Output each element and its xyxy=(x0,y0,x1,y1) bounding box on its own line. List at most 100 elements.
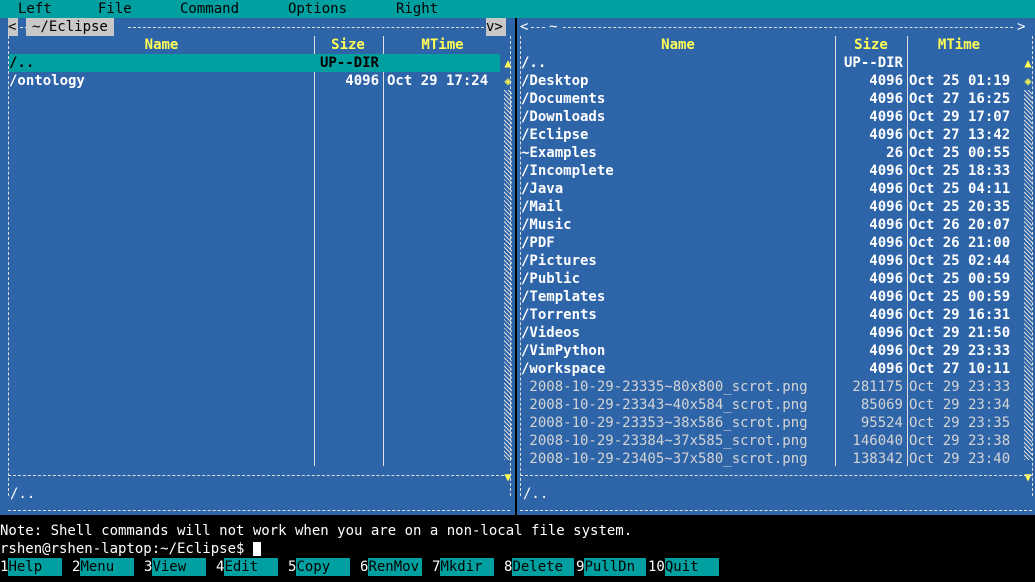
shell-prompt-line[interactable]: rshen@rshen-laptop:~/Eclipse$ xyxy=(0,540,261,558)
list-item[interactable]: 2008-10-29-23384~37x585_scrot.png 146040 O… xyxy=(521,432,1021,450)
file-name: 2008-10-29-23353~38x586_scrot.png xyxy=(521,415,808,431)
border-top xyxy=(563,27,1013,28)
left-panel[interactable]: < ~/Eclipse v> Name Size MTime /.. UP--D… xyxy=(0,18,515,515)
border-mini-status-top xyxy=(8,475,504,476)
file-name: /.. xyxy=(9,55,35,71)
list-item[interactable]: /.. UP--DIR xyxy=(521,54,1021,72)
file-mtime: Oct 26 20:07 xyxy=(909,217,1011,233)
scroll-down-arrow-icon[interactable]: ▼ xyxy=(503,468,513,486)
list-item[interactable]: /ontology 4096 Oct 29 17:24 xyxy=(9,72,500,90)
list-item[interactable]: 2008-10-29-23343~40x584_scrot.png 85069 Oc… xyxy=(521,396,1021,414)
fkey-pulldn[interactable]: 9PullDn xyxy=(576,558,647,576)
file-name: /Documents xyxy=(521,91,606,107)
file-name: ~Examples xyxy=(521,145,597,161)
file-size: 4096 xyxy=(869,325,903,341)
file-size: 4096 xyxy=(869,181,903,197)
list-item[interactable]: /Eclipse 4096 Oct 27 13:42 xyxy=(521,126,1021,144)
list-item[interactable]: /Java 4096 Oct 25 04:11 xyxy=(521,180,1021,198)
list-item[interactable]: ~Examples 26 Oct 25 00:55 xyxy=(521,144,1021,162)
fkey-delete[interactable]: 8Delete xyxy=(504,558,575,576)
current-path[interactable]: ~ xyxy=(549,18,559,36)
file-name: /Torrents xyxy=(521,307,597,323)
fkey-quit[interactable]: 10Quit xyxy=(648,558,719,576)
panel-history-right-button[interactable]: v> xyxy=(486,18,506,36)
border-top xyxy=(531,27,545,28)
list-item[interactable]: /Pictures 4096 Oct 25 02:44 xyxy=(521,252,1021,270)
list-item[interactable]: /VimPython 4096 Oct 29 23:33 xyxy=(521,342,1021,360)
fkey-copy[interactable]: 5Copy xyxy=(288,558,351,576)
file-size: 4096 xyxy=(869,289,903,305)
menu-command[interactable]: Command xyxy=(180,0,239,18)
status-note: Note: Shell commands will not work when … xyxy=(0,523,633,539)
list-item[interactable]: /Public 4096 Oct 25 00:59 xyxy=(521,270,1021,288)
list-item[interactable]: 2008-10-29-23405~37x580_scrot.png 138342 O… xyxy=(521,450,1021,468)
fkey-help[interactable]: 1Help xyxy=(0,558,63,576)
fkey-view[interactable]: 3View xyxy=(144,558,207,576)
scroll-thumb-icon[interactable]: ◈ xyxy=(503,72,513,90)
list-item[interactable]: /Downloads 4096 Oct 29 17:07 xyxy=(521,108,1021,126)
file-size: 4096 xyxy=(869,361,903,377)
list-item[interactable]: 2008-10-29-23335~80x800_scrot.png 281175 O… xyxy=(521,378,1021,396)
scroll-up-arrow-icon[interactable]: ▲ xyxy=(503,54,513,72)
border-right xyxy=(1032,36,1033,496)
file-name: 2008-10-29-23405~37x580_scrot.png xyxy=(521,451,808,467)
current-path[interactable]: ~/Eclipse xyxy=(26,18,114,36)
mini-status: /.. xyxy=(10,486,36,502)
border-top xyxy=(128,27,484,28)
file-mtime: Oct 25 02:44 xyxy=(909,253,1011,269)
panel-history-right-button[interactable]: > xyxy=(1017,18,1027,36)
panel-history-left-button[interactable]: < xyxy=(8,18,18,36)
column-header-size[interactable]: Size xyxy=(837,36,905,54)
file-size: 85069 xyxy=(860,397,903,413)
file-name: /Java xyxy=(521,181,564,197)
file-mtime: Oct 29 23:33 xyxy=(909,343,1011,359)
list-item[interactable]: /PDF 4096 Oct 26 21:00 xyxy=(521,234,1021,252)
list-item[interactable]: /Desktop 4096 Oct 25 01:19 xyxy=(521,72,1021,90)
list-item[interactable]: /Torrents 4096 Oct 29 16:31 xyxy=(521,306,1021,324)
right-panel[interactable]: < ~ > Name Size MTime /.. UP--DIR/Desktop… xyxy=(517,18,1035,515)
file-name: /workspace xyxy=(521,361,606,377)
column-separator xyxy=(383,36,384,466)
column-header-name[interactable]: Name xyxy=(9,36,314,54)
list-item[interactable]: /Incomplete 4096 Oct 25 18:33 xyxy=(521,162,1021,180)
border-right xyxy=(510,36,511,496)
list-item[interactable]: /Templates 4096 Oct 25 00:59 xyxy=(521,288,1021,306)
list-item[interactable]: 2008-10-29-23353~38x586_scrot.png 95524 Oc… xyxy=(521,414,1021,432)
fkey-renmov[interactable]: 6RenMov xyxy=(360,558,423,576)
file-size: 4096 xyxy=(869,127,903,143)
fkey-mkdir[interactable]: 7Mkdir xyxy=(432,558,495,576)
file-mtime: Oct 26 21:00 xyxy=(909,235,1011,251)
menu-file[interactable]: File xyxy=(98,0,132,18)
file-mtime: Oct 25 00:59 xyxy=(909,289,1011,305)
function-key-bar: 1Help 2Menu 3View 4Edit 5Copy 6RenMov 7M… xyxy=(0,558,1035,576)
file-mtime: Oct 25 04:11 xyxy=(909,181,1011,197)
file-size: 4096 xyxy=(345,73,379,89)
file-name: /Mail xyxy=(521,199,564,215)
file-name: 2008-10-29-23343~40x584_scrot.png xyxy=(521,397,808,413)
list-item[interactable]: /Documents 4096 Oct 27 16:25 xyxy=(521,90,1021,108)
menu-bar: Left File Command Options Right xyxy=(0,0,1035,18)
panel-history-left-button[interactable]: < xyxy=(520,18,530,36)
menu-right[interactable]: Right xyxy=(396,0,438,18)
file-size: 4096 xyxy=(869,73,903,89)
column-header-name[interactable]: Name xyxy=(521,36,835,54)
menu-left[interactable]: Left xyxy=(18,0,52,18)
file-mtime: Oct 29 23:35 xyxy=(909,415,1011,431)
file-name: /Eclipse xyxy=(521,127,589,143)
fkey-menu[interactable]: 2Menu xyxy=(72,558,135,576)
menu-options[interactable]: Options xyxy=(288,0,347,18)
border-bottom xyxy=(520,510,1032,511)
list-item[interactable]: /Mail 4096 Oct 25 20:35 xyxy=(521,198,1021,216)
scrollbar-track[interactable] xyxy=(1024,90,1032,460)
fkey-edit[interactable]: 4Edit xyxy=(216,558,279,576)
list-item[interactable]: /Videos 4096 Oct 29 21:50 xyxy=(521,324,1021,342)
list-item[interactable]: /workspace 4096 Oct 27 10:11 xyxy=(521,360,1021,378)
file-mtime: Oct 27 13:42 xyxy=(909,127,1011,143)
column-header-size[interactable]: Size xyxy=(316,36,380,54)
list-item[interactable]: /Music 4096 Oct 26 20:07 xyxy=(521,216,1021,234)
file-mtime: Oct 25 18:33 xyxy=(909,163,1011,179)
file-name: /Videos xyxy=(521,325,581,341)
list-item[interactable]: /.. UP--DIR xyxy=(9,54,500,72)
column-header-mtime[interactable]: MTime xyxy=(385,36,500,54)
column-header-mtime[interactable]: MTime xyxy=(909,36,1009,54)
